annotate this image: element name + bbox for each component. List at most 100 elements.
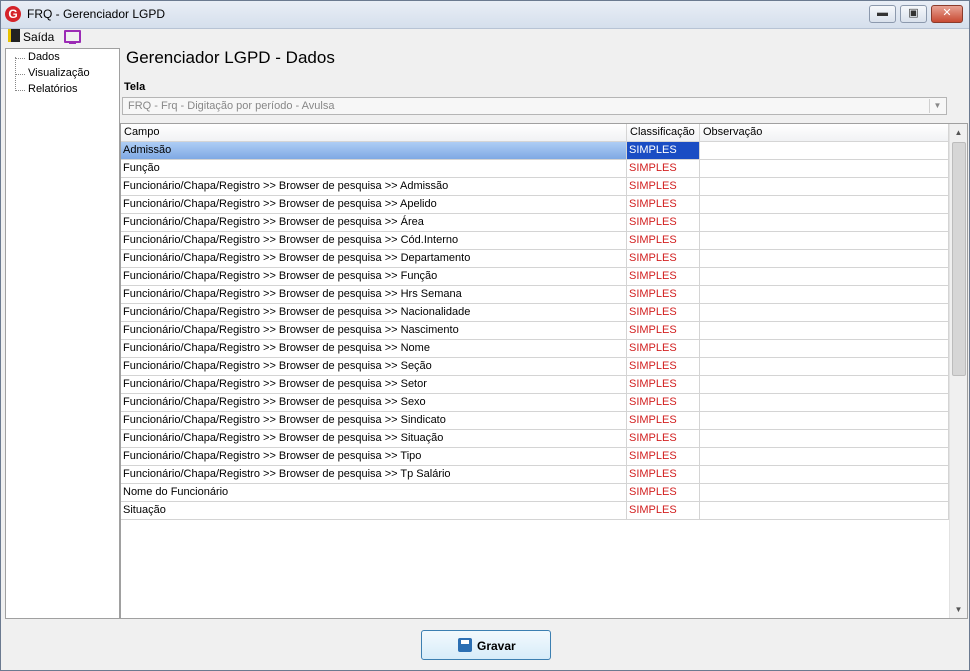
cell-observacao[interactable]	[700, 214, 949, 231]
table-row[interactable]: Funcionário/Chapa/Registro >> Browser de…	[121, 358, 949, 376]
cell-campo[interactable]: Funcionário/Chapa/Registro >> Browser de…	[121, 304, 627, 321]
table-row[interactable]: Função SIMPLES	[121, 160, 949, 178]
save-button[interactable]: Gravar	[421, 630, 551, 660]
cell-classificacao[interactable]: SIMPLES	[627, 268, 700, 285]
cell-observacao[interactable]	[700, 178, 949, 195]
tree-item-relatorios[interactable]: Relatórios	[15, 83, 78, 97]
scroll-up-icon[interactable]: ▲	[950, 124, 967, 141]
tela-select[interactable]: FRQ - Frq - Digitação por período - Avul…	[122, 97, 947, 115]
cell-campo[interactable]: Situação	[121, 502, 627, 519]
column-header-campo[interactable]: Campo	[121, 124, 627, 141]
cell-classificacao[interactable]: SIMPLES	[627, 304, 700, 321]
cell-campo[interactable]: Funcionário/Chapa/Registro >> Browser de…	[121, 448, 627, 465]
cell-classificacao[interactable]: SIMPLES	[627, 142, 700, 159]
tree-item-visualizacao[interactable]: Visualização	[15, 67, 90, 81]
close-button[interactable]: ✕	[931, 5, 963, 23]
table-row[interactable]: Funcionário/Chapa/Registro >> Browser de…	[121, 268, 949, 286]
table-row[interactable]: Funcionário/Chapa/Registro >> Browser de…	[121, 304, 949, 322]
cell-observacao[interactable]	[700, 484, 949, 501]
table-row[interactable]: Funcionário/Chapa/Registro >> Browser de…	[121, 178, 949, 196]
cell-campo[interactable]: Funcionário/Chapa/Registro >> Browser de…	[121, 466, 627, 483]
table-row[interactable]: Nome do Funcionário SIMPLES	[121, 484, 949, 502]
column-header-classificacao[interactable]: Classificação	[627, 124, 700, 141]
cell-classificacao[interactable]: SIMPLES	[627, 394, 700, 411]
cell-campo[interactable]: Funcionário/Chapa/Registro >> Browser de…	[121, 286, 627, 303]
cell-classificacao[interactable]: SIMPLES	[627, 214, 700, 231]
cell-observacao[interactable]	[700, 358, 949, 375]
table-row[interactable]: Funcionário/Chapa/Registro >> Browser de…	[121, 448, 949, 466]
vertical-scrollbar[interactable]: ▲ ▼	[949, 124, 967, 618]
cell-campo[interactable]: Funcionário/Chapa/Registro >> Browser de…	[121, 250, 627, 267]
table-row[interactable]: Funcionário/Chapa/Registro >> Browser de…	[121, 232, 949, 250]
table-row[interactable]: Situação SIMPLES	[121, 502, 949, 520]
cell-observacao[interactable]	[700, 466, 949, 483]
cell-classificacao[interactable]: SIMPLES	[627, 160, 700, 177]
cell-observacao[interactable]	[700, 196, 949, 213]
column-header-observacao[interactable]: Observação	[700, 124, 949, 141]
cell-campo[interactable]: Funcionário/Chapa/Registro >> Browser de…	[121, 376, 627, 393]
scroll-down-icon[interactable]: ▼	[950, 601, 967, 618]
cell-campo[interactable]: Funcionário/Chapa/Registro >> Browser de…	[121, 340, 627, 357]
cell-observacao[interactable]	[700, 232, 949, 249]
cell-campo[interactable]: Funcionário/Chapa/Registro >> Browser de…	[121, 268, 627, 285]
table-row[interactable]: Funcionário/Chapa/Registro >> Browser de…	[121, 394, 949, 412]
cell-classificacao[interactable]: SIMPLES	[627, 448, 700, 465]
cell-campo[interactable]: Funcionário/Chapa/Registro >> Browser de…	[121, 394, 627, 411]
maximize-button[interactable]: ▣	[900, 5, 927, 23]
cell-observacao[interactable]	[700, 268, 949, 285]
cell-classificacao[interactable]: SIMPLES	[627, 430, 700, 447]
cell-observacao[interactable]	[700, 430, 949, 447]
table-row[interactable]: Funcionário/Chapa/Registro >> Browser de…	[121, 196, 949, 214]
cell-classificacao[interactable]: SIMPLES	[627, 250, 700, 267]
cell-campo[interactable]: Funcionário/Chapa/Registro >> Browser de…	[121, 358, 627, 375]
exit-door-icon[interactable]	[8, 29, 20, 42]
table-row[interactable]: Funcionário/Chapa/Registro >> Browser de…	[121, 466, 949, 484]
cell-classificacao[interactable]: SIMPLES	[627, 502, 700, 519]
chevron-down-icon[interactable]: ▼	[929, 99, 945, 113]
cell-observacao[interactable]	[700, 340, 949, 357]
cell-observacao[interactable]	[700, 376, 949, 393]
cell-observacao[interactable]	[700, 286, 949, 303]
cell-classificacao[interactable]: SIMPLES	[627, 286, 700, 303]
cell-campo[interactable]: Função	[121, 160, 627, 177]
cell-observacao[interactable]	[700, 394, 949, 411]
cell-classificacao[interactable]: SIMPLES	[627, 232, 700, 249]
cell-observacao[interactable]	[700, 322, 949, 339]
table-row[interactable]: Funcionário/Chapa/Registro >> Browser de…	[121, 340, 949, 358]
cell-campo[interactable]: Funcionário/Chapa/Registro >> Browser de…	[121, 322, 627, 339]
cell-observacao[interactable]	[700, 142, 949, 159]
cell-classificacao[interactable]: SIMPLES	[627, 466, 700, 483]
cell-classificacao[interactable]: SIMPLES	[627, 484, 700, 501]
cell-classificacao[interactable]: SIMPLES	[627, 340, 700, 357]
table-row[interactable]: Funcionário/Chapa/Registro >> Browser de…	[121, 376, 949, 394]
cell-campo[interactable]: Funcionário/Chapa/Registro >> Browser de…	[121, 412, 627, 429]
cell-classificacao[interactable]: SIMPLES	[627, 322, 700, 339]
cell-observacao[interactable]	[700, 448, 949, 465]
cell-observacao[interactable]	[700, 412, 949, 429]
table-row[interactable]: Admissão SIMPLES	[121, 142, 949, 160]
cell-campo[interactable]: Admissão	[121, 142, 627, 159]
scroll-thumb[interactable]	[952, 142, 966, 376]
menu-item-saida[interactable]: Saída	[23, 30, 54, 44]
cell-classificacao[interactable]: SIMPLES	[627, 178, 700, 195]
cell-campo[interactable]: Funcionário/Chapa/Registro >> Browser de…	[121, 196, 627, 213]
cell-observacao[interactable]	[700, 160, 949, 177]
cell-observacao[interactable]	[700, 304, 949, 321]
table-row[interactable]: Funcionário/Chapa/Registro >> Browser de…	[121, 412, 949, 430]
monitor-icon[interactable]	[64, 30, 81, 44]
cell-campo[interactable]: Funcionário/Chapa/Registro >> Browser de…	[121, 232, 627, 249]
table-row[interactable]: Funcionário/Chapa/Registro >> Browser de…	[121, 250, 949, 268]
cell-classificacao[interactable]: SIMPLES	[627, 358, 700, 375]
cell-observacao[interactable]	[700, 250, 949, 267]
cell-classificacao[interactable]: SIMPLES	[627, 196, 700, 213]
table-row[interactable]: Funcionário/Chapa/Registro >> Browser de…	[121, 214, 949, 232]
minimize-button[interactable]: ▬	[869, 5, 896, 23]
table-row[interactable]: Funcionário/Chapa/Registro >> Browser de…	[121, 286, 949, 304]
tree-item-dados[interactable]: Dados	[15, 51, 60, 65]
title-bar[interactable]: G FRQ - Gerenciador LGPD ▬ ▣ ✕	[1, 1, 969, 29]
cell-observacao[interactable]	[700, 502, 949, 519]
cell-classificacao[interactable]: SIMPLES	[627, 412, 700, 429]
cell-classificacao[interactable]: SIMPLES	[627, 376, 700, 393]
table-row[interactable]: Funcionário/Chapa/Registro >> Browser de…	[121, 430, 949, 448]
cell-campo[interactable]: Funcionário/Chapa/Registro >> Browser de…	[121, 430, 627, 447]
